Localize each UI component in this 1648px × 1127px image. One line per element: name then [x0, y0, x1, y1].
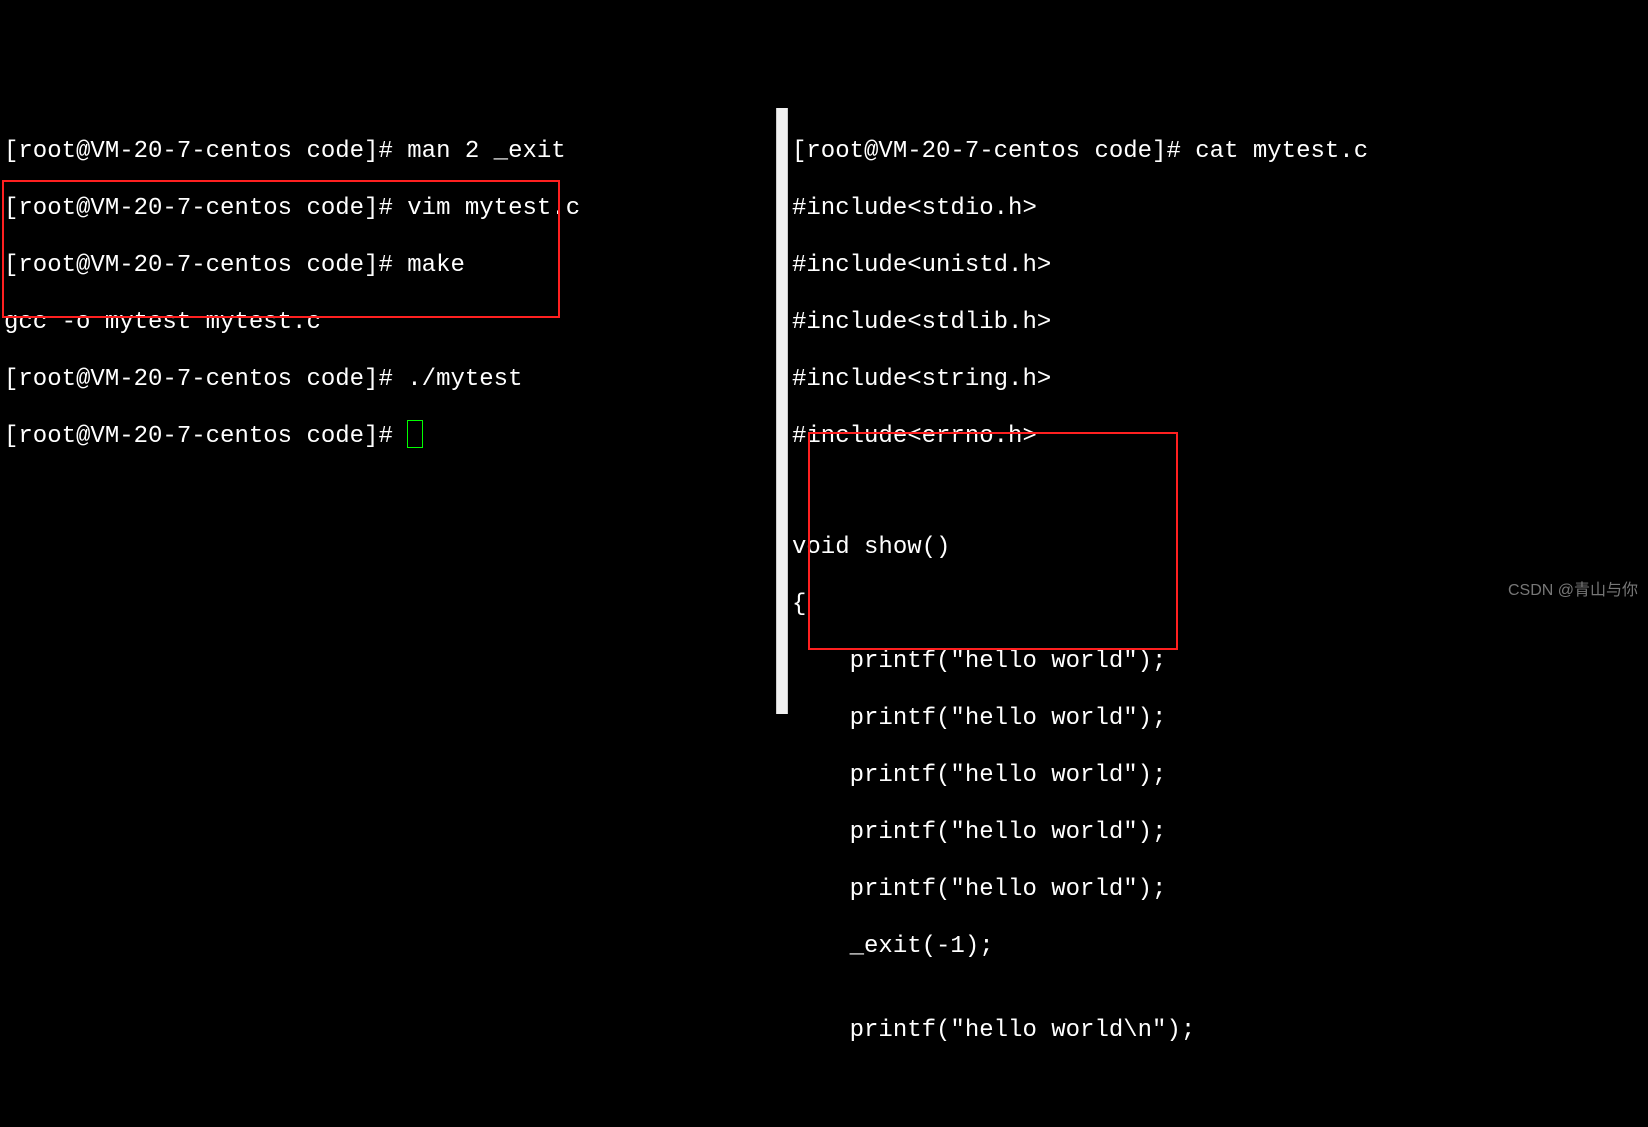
split-terminal: [root@VM-20-7-centos code]# man 2 _exit …	[0, 108, 1648, 714]
code-line: #include<unistd.h>	[792, 251, 1648, 281]
left-terminal-pane[interactable]: [root@VM-20-7-centos code]# man 2 _exit …	[0, 108, 776, 714]
code-line: _exit(-1);	[792, 932, 1648, 962]
code-line: printf("hello world");	[792, 704, 1648, 734]
code-line: printf("hello world");	[792, 875, 1648, 905]
cmd-line: [root@VM-20-7-centos code]# vim mytest.c	[4, 194, 776, 224]
command-text: man 2 _exit	[407, 138, 565, 165]
prompt: [root@VM-20-7-centos code]#	[4, 366, 407, 393]
code-line: void show()	[792, 533, 1648, 563]
prompt: [root@VM-20-7-centos code]#	[4, 423, 407, 450]
gcc-output: gcc -o mytest mytest.c	[4, 308, 776, 338]
prompt: [root@VM-20-7-centos code]#	[4, 252, 407, 279]
code-line: printf("hello world");	[792, 761, 1648, 791]
prompt-line-active[interactable]: [root@VM-20-7-centos code]#	[4, 422, 776, 452]
pane-divider[interactable]	[776, 108, 788, 714]
prompt: [root@VM-20-7-centos code]#	[792, 138, 1195, 165]
command-text: cat mytest.c	[1195, 138, 1368, 165]
code-line: #include<stdlib.h>	[792, 308, 1648, 338]
prompt: [root@VM-20-7-centos code]#	[4, 138, 407, 165]
code-line: #include<stdio.h>	[792, 194, 1648, 224]
code-line: #include<errno.h>	[792, 422, 1648, 452]
cursor-icon	[407, 420, 423, 448]
watermark-text: CSDN @青山与你	[1508, 576, 1638, 600]
cmd-line: [root@VM-20-7-centos code]# cat mytest.c	[792, 137, 1648, 167]
cmd-line: [root@VM-20-7-centos code]# ./mytest	[4, 365, 776, 395]
cmd-line: [root@VM-20-7-centos code]# man 2 _exit	[4, 137, 776, 167]
code-line: #include<string.h>	[792, 365, 1648, 395]
right-terminal-pane[interactable]: [root@VM-20-7-centos code]# cat mytest.c…	[788, 108, 1648, 714]
command-text: ./mytest	[407, 366, 522, 393]
command-text: make	[407, 252, 465, 279]
command-text: vim mytest.c	[407, 195, 580, 222]
code-line: printf("hello world");	[792, 818, 1648, 848]
cmd-line: [root@VM-20-7-centos code]# make	[4, 251, 776, 281]
code-line: printf("hello world\n");	[792, 1016, 1648, 1046]
prompt: [root@VM-20-7-centos code]#	[4, 195, 407, 222]
code-line: printf("hello world");	[792, 647, 1648, 677]
